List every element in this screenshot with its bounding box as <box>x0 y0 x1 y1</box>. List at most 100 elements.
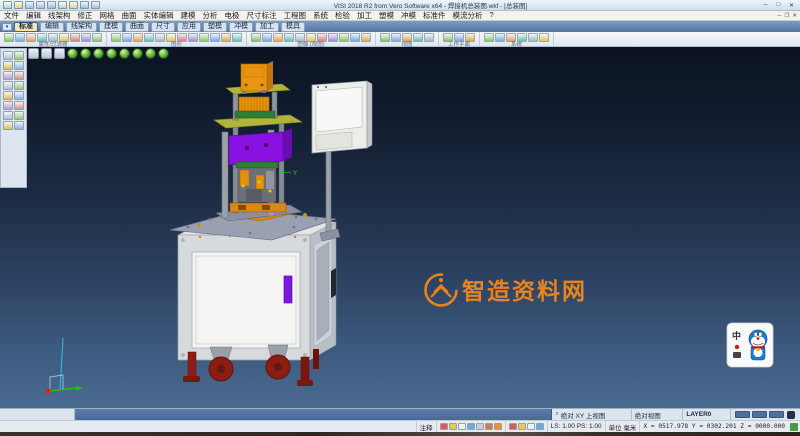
front-view-icon[interactable] <box>80 48 91 59</box>
grid-toggle-icon[interactable] <box>536 423 544 430</box>
status-annotation[interactable]: 注释 <box>417 421 437 432</box>
menu-item-1[interactable]: 编辑 <box>26 10 41 21</box>
measure-icon[interactable] <box>3 121 13 130</box>
linewidth-icon[interactable] <box>37 33 47 42</box>
flag-icon[interactable] <box>476 423 484 430</box>
axonometric-view-icon[interactable] <box>158 48 169 59</box>
workplane-align-icon[interactable] <box>454 33 464 42</box>
color-picker-icon[interactable] <box>15 33 25 42</box>
refresh-icon[interactable] <box>509 423 517 430</box>
menu-item-18[interactable]: 模流分析 <box>453 10 483 21</box>
rotate-icon[interactable] <box>177 33 187 42</box>
line-icon[interactable] <box>3 61 13 70</box>
mirror-tool-icon[interactable] <box>14 111 24 120</box>
view-rotate-icon[interactable] <box>413 33 423 42</box>
calculator-icon[interactable] <box>528 33 538 42</box>
play-icon[interactable] <box>41 48 52 59</box>
selection-mask-icon[interactable] <box>70 33 80 42</box>
menu-item-7[interactable]: 建模 <box>181 10 196 21</box>
extend-icon[interactable] <box>14 91 24 100</box>
child-minimize-button[interactable]: ─ <box>778 13 782 19</box>
layers-icon[interactable] <box>495 33 505 42</box>
help-icon[interactable] <box>539 33 549 42</box>
status-units[interactable]: 单位 毫米 <box>606 421 641 432</box>
ribbon-tab-1[interactable]: 编辑 <box>40 22 64 32</box>
menu-item-13[interactable]: 检验 <box>335 10 350 21</box>
workplane-icon[interactable] <box>443 33 453 42</box>
zoom-in-icon[interactable] <box>273 33 283 42</box>
ribbon-tab-5[interactable]: 尺寸 <box>151 22 175 32</box>
menu-item-4[interactable]: 网格 <box>100 10 115 21</box>
hidden-line-icon[interactable] <box>339 33 349 42</box>
viewport-3d[interactable]: Y 智造资料网 中 <box>0 47 800 408</box>
circle-icon[interactable] <box>14 61 24 70</box>
top-view-icon[interactable] <box>132 48 143 59</box>
annotation-color-icon[interactable] <box>440 423 448 430</box>
menu-item-19[interactable]: ? <box>490 10 494 21</box>
menu-item-2[interactable]: 线架构 <box>48 10 71 21</box>
ribbon-tab-3[interactable]: 建模 <box>99 22 123 32</box>
chamfer-icon[interactable] <box>14 101 24 110</box>
erase-icon[interactable] <box>14 121 24 130</box>
highlight-filter-icon[interactable] <box>81 33 91 42</box>
ribbon-tab-4[interactable]: 曲面 <box>125 22 149 32</box>
annotation-style-icon[interactable] <box>449 423 457 430</box>
minimize-button[interactable]: ─ <box>761 2 770 9</box>
menu-item-10[interactable]: 尺寸标注 <box>247 10 277 21</box>
customize-icon[interactable] <box>91 1 100 9</box>
status-chip[interactable] <box>735 411 750 418</box>
polygon-icon[interactable] <box>14 81 24 90</box>
maximize-button[interactable]: □ <box>774 2 783 9</box>
undo-quick-icon[interactable] <box>58 1 67 9</box>
spline-icon[interactable] <box>14 71 24 80</box>
perspective-icon[interactable] <box>350 33 360 42</box>
close-button[interactable]: ✕ <box>787 2 796 9</box>
back-view-icon[interactable] <box>93 48 104 59</box>
menu-item-9[interactable]: 电极 <box>225 10 240 21</box>
menu-item-0[interactable]: 文件 <box>4 10 19 21</box>
delete-icon[interactable] <box>133 33 143 42</box>
arc-icon[interactable] <box>3 71 13 80</box>
menu-item-5[interactable]: 曲面 <box>122 10 137 21</box>
scale-icon[interactable] <box>199 33 209 42</box>
child-close-button[interactable]: ✕ <box>792 13 797 19</box>
iso-view-icon[interactable] <box>67 48 78 59</box>
settings-icon[interactable] <box>484 33 494 42</box>
status-view-mode[interactable]: 绝对视图 <box>632 409 684 420</box>
status-chip[interactable] <box>752 411 767 418</box>
pan-icon[interactable] <box>295 33 305 42</box>
fillet-icon[interactable] <box>3 101 13 110</box>
paste-icon[interactable] <box>155 33 165 42</box>
named-views-icon[interactable] <box>391 33 401 42</box>
render-mode-icon[interactable] <box>28 48 39 59</box>
ribbon-tab-10[interactable]: 模具 <box>281 22 305 32</box>
ribbon-tab-7[interactable]: 塑模 <box>203 22 227 32</box>
element-filter-icon[interactable] <box>59 33 69 42</box>
explode-icon[interactable] <box>232 33 242 42</box>
zoom-window-icon[interactable] <box>262 33 272 42</box>
select-icon[interactable] <box>3 51 13 60</box>
right-view-icon[interactable] <box>119 48 130 59</box>
menu-item-11[interactable]: 工程图 <box>284 10 307 21</box>
menu-item-17[interactable]: 标准件 <box>423 10 446 21</box>
wireframe-view-icon[interactable] <box>328 33 338 42</box>
save-all-icon[interactable] <box>36 1 45 9</box>
view-lock-icon[interactable] <box>424 33 434 42</box>
open-file-icon[interactable] <box>14 1 23 9</box>
ribbon-tab-2[interactable]: 线架构 <box>66 22 97 32</box>
shaded-view-icon[interactable] <box>317 33 327 42</box>
offset-icon[interactable] <box>3 111 13 120</box>
menu-item-3[interactable]: 修正 <box>78 10 93 21</box>
workplane-reset-icon[interactable] <box>465 33 475 42</box>
plot-icon[interactable] <box>80 1 89 9</box>
rectangle-icon[interactable] <box>3 81 13 90</box>
save-icon[interactable] <box>25 1 34 9</box>
status-scale[interactable]: LS: 1.00 PS: 1.00 <box>548 421 606 432</box>
copy-icon[interactable] <box>144 33 154 42</box>
bottom-view-icon[interactable] <box>145 48 156 59</box>
array-icon[interactable] <box>210 33 220 42</box>
snap-icon[interactable] <box>506 33 516 42</box>
undo-icon[interactable] <box>111 33 121 42</box>
zoom-out-icon[interactable] <box>284 33 294 42</box>
redo-quick-icon[interactable] <box>69 1 78 9</box>
